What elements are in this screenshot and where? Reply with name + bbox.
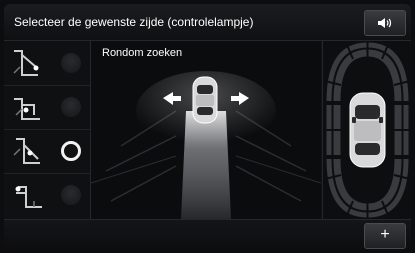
side-option-rear-left[interactable] (4, 85, 90, 130)
side-option-front-right[interactable] (4, 173, 90, 217)
speaker-icon (378, 18, 392, 28)
volume-button[interactable] (364, 10, 406, 36)
sensor-overview-panel (322, 41, 411, 219)
car-front-right-sensor-icon (15, 186, 42, 208)
car-rear-left-sensor-icon (14, 98, 40, 120)
side-led-indicator (61, 97, 81, 117)
side-option-front-left[interactable] (4, 41, 90, 86)
side-led-indicator (61, 53, 81, 73)
scan-area-illustration (90, 71, 322, 219)
side-led-indicator (61, 141, 81, 161)
page-title: Selecteer de gewenste zijde (controlelam… (14, 15, 254, 29)
car-top-view (192, 76, 218, 124)
footer-bar: + (4, 219, 411, 249)
add-button[interactable]: + (364, 223, 406, 249)
parking-scan-view: Rondom zoeken (90, 41, 322, 219)
screen-frame: Selecteer de gewenste zijde (controlelam… (4, 4, 411, 249)
car-overview (349, 92, 386, 168)
sensor-zones-illustration (324, 41, 411, 219)
car-front-left-sensor-icon (13, 50, 39, 76)
header-bar: Selecteer de gewenste zijde (controlelam… (4, 4, 411, 41)
scan-mode-label: Rondom zoeken (102, 47, 183, 59)
side-option-rear-right[interactable] (4, 129, 90, 174)
side-selector-list (4, 41, 91, 219)
car-rear-right-sensor-icon (13, 138, 40, 164)
side-led-indicator (61, 185, 81, 205)
